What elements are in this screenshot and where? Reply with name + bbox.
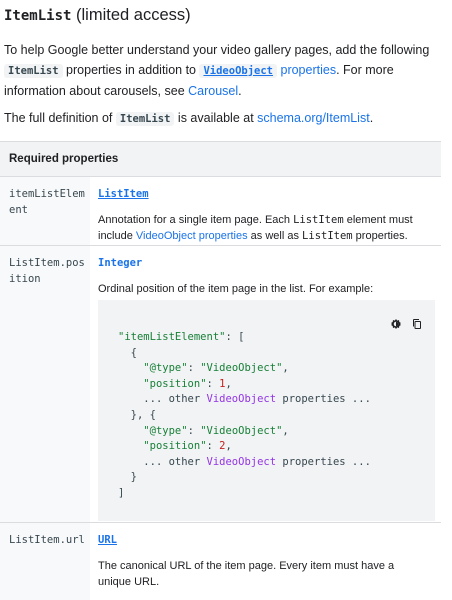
code-comment: properties ... <box>276 393 371 406</box>
page: ItemList (limited access) To help Google… <box>0 0 452 600</box>
properties-link[interactable]: properties <box>277 63 336 77</box>
intro-text: properties in addition to <box>62 63 200 77</box>
carousel-link[interactable]: Carousel <box>188 84 238 98</box>
code-string: "VideoObject" <box>200 424 283 437</box>
code-punct: , <box>282 362 289 375</box>
property-name: itemListElement <box>9 188 85 216</box>
code-punct: , <box>282 424 289 437</box>
code-punct: : <box>187 362 201 375</box>
code-key: "@type" <box>143 362 188 375</box>
property-desc-cell: ListItem Annotation for a single item pa… <box>90 177 441 244</box>
heading-code: ItemList <box>4 8 72 24</box>
definition-paragraph: The full definition of ItemList is avail… <box>4 108 444 129</box>
property-name-cell: itemListElement <box>0 177 90 245</box>
property-description: Annotation for a single item page. Each … <box>98 212 428 244</box>
itemlist-chip: ItemList <box>4 64 63 78</box>
property-description: Ordinal position of the item page in the… <box>98 283 374 295</box>
videoobject-chip-link[interactable]: VideoObject <box>199 64 278 78</box>
desc-code: ListItem <box>293 214 344 226</box>
code-punct: } <box>130 471 137 484</box>
code-comment: ... other <box>143 393 207 406</box>
itemlist-chip: ItemList <box>115 112 175 126</box>
code-key: "position" <box>143 440 207 453</box>
property-name: ListItem.position <box>9 257 85 285</box>
intro-paragraph: To help Google better understand your vi… <box>4 40 444 101</box>
code-key: "itemListElement" <box>118 331 226 343</box>
dark-mode-icon[interactable] <box>390 318 402 330</box>
definition-text: . <box>369 111 374 125</box>
code-punct: , <box>225 440 232 453</box>
videoobject-properties-link[interactable]: VideoObject properties <box>136 230 248 242</box>
page-heading: ItemList (limited access) <box>4 6 191 25</box>
table-row: itemListElement ListItem Annotation for … <box>0 176 441 245</box>
code-comment: properties ... <box>276 455 371 468</box>
property-type-link[interactable]: ListItem <box>98 186 441 202</box>
code-punct: : <box>206 440 220 453</box>
property-type-link[interactable]: URL <box>98 532 441 548</box>
table-row: ListItem.url URL The canonical URL of th… <box>0 522 441 600</box>
code-punct: ] <box>118 486 125 499</box>
intro-text: . <box>238 84 242 98</box>
property-name-cell: ListItem.position <box>0 246 90 522</box>
copy-icon[interactable] <box>411 318 423 330</box>
property-name: ListItem.url <box>9 534 85 546</box>
code-sample: "itemListElement": [ { "@type": "VideoOb… <box>98 300 435 521</box>
code-punct: : <box>206 377 220 390</box>
property-desc-cell: URL The canonical URL of the item page. … <box>90 523 441 590</box>
definition-text: is available at <box>174 111 258 125</box>
code-punct: { <box>130 346 137 359</box>
definition-text: The full definition of <box>4 111 116 125</box>
desc-code: ListItem <box>302 230 353 242</box>
property-desc-cell: Integer Ordinal position of the item pag… <box>90 246 441 297</box>
code-key: "position" <box>143 377 207 390</box>
heading-text: (limited access) <box>71 6 191 24</box>
code-string: "VideoObject" <box>200 362 283 375</box>
table-header: Required properties <box>0 141 441 176</box>
desc-text: Annotation for a single item page. Each <box>98 214 294 226</box>
desc-text: properties. <box>352 230 408 242</box>
code-key: "@type" <box>143 424 188 437</box>
code-keyword: VideoObject <box>206 455 277 468</box>
property-type: Integer <box>98 257 143 269</box>
code-punct: : [ <box>225 331 245 343</box>
code-block: "itemListElement": [ { "@type": "VideoOb… <box>118 330 371 502</box>
code-comment: ... other <box>143 455 207 468</box>
code-keyword: VideoObject <box>206 393 277 406</box>
property-description: The canonical URL of the item page. Ever… <box>98 560 395 588</box>
schema-link[interactable]: schema.org/ItemList <box>257 111 370 125</box>
property-name-cell: ListItem.url <box>0 523 90 600</box>
code-punct: , <box>225 377 232 390</box>
code-punct: : <box>187 424 201 437</box>
desc-text: as well as <box>247 230 303 242</box>
code-punct: }, { <box>130 408 156 421</box>
intro-text: To help Google better understand your vi… <box>4 43 430 57</box>
